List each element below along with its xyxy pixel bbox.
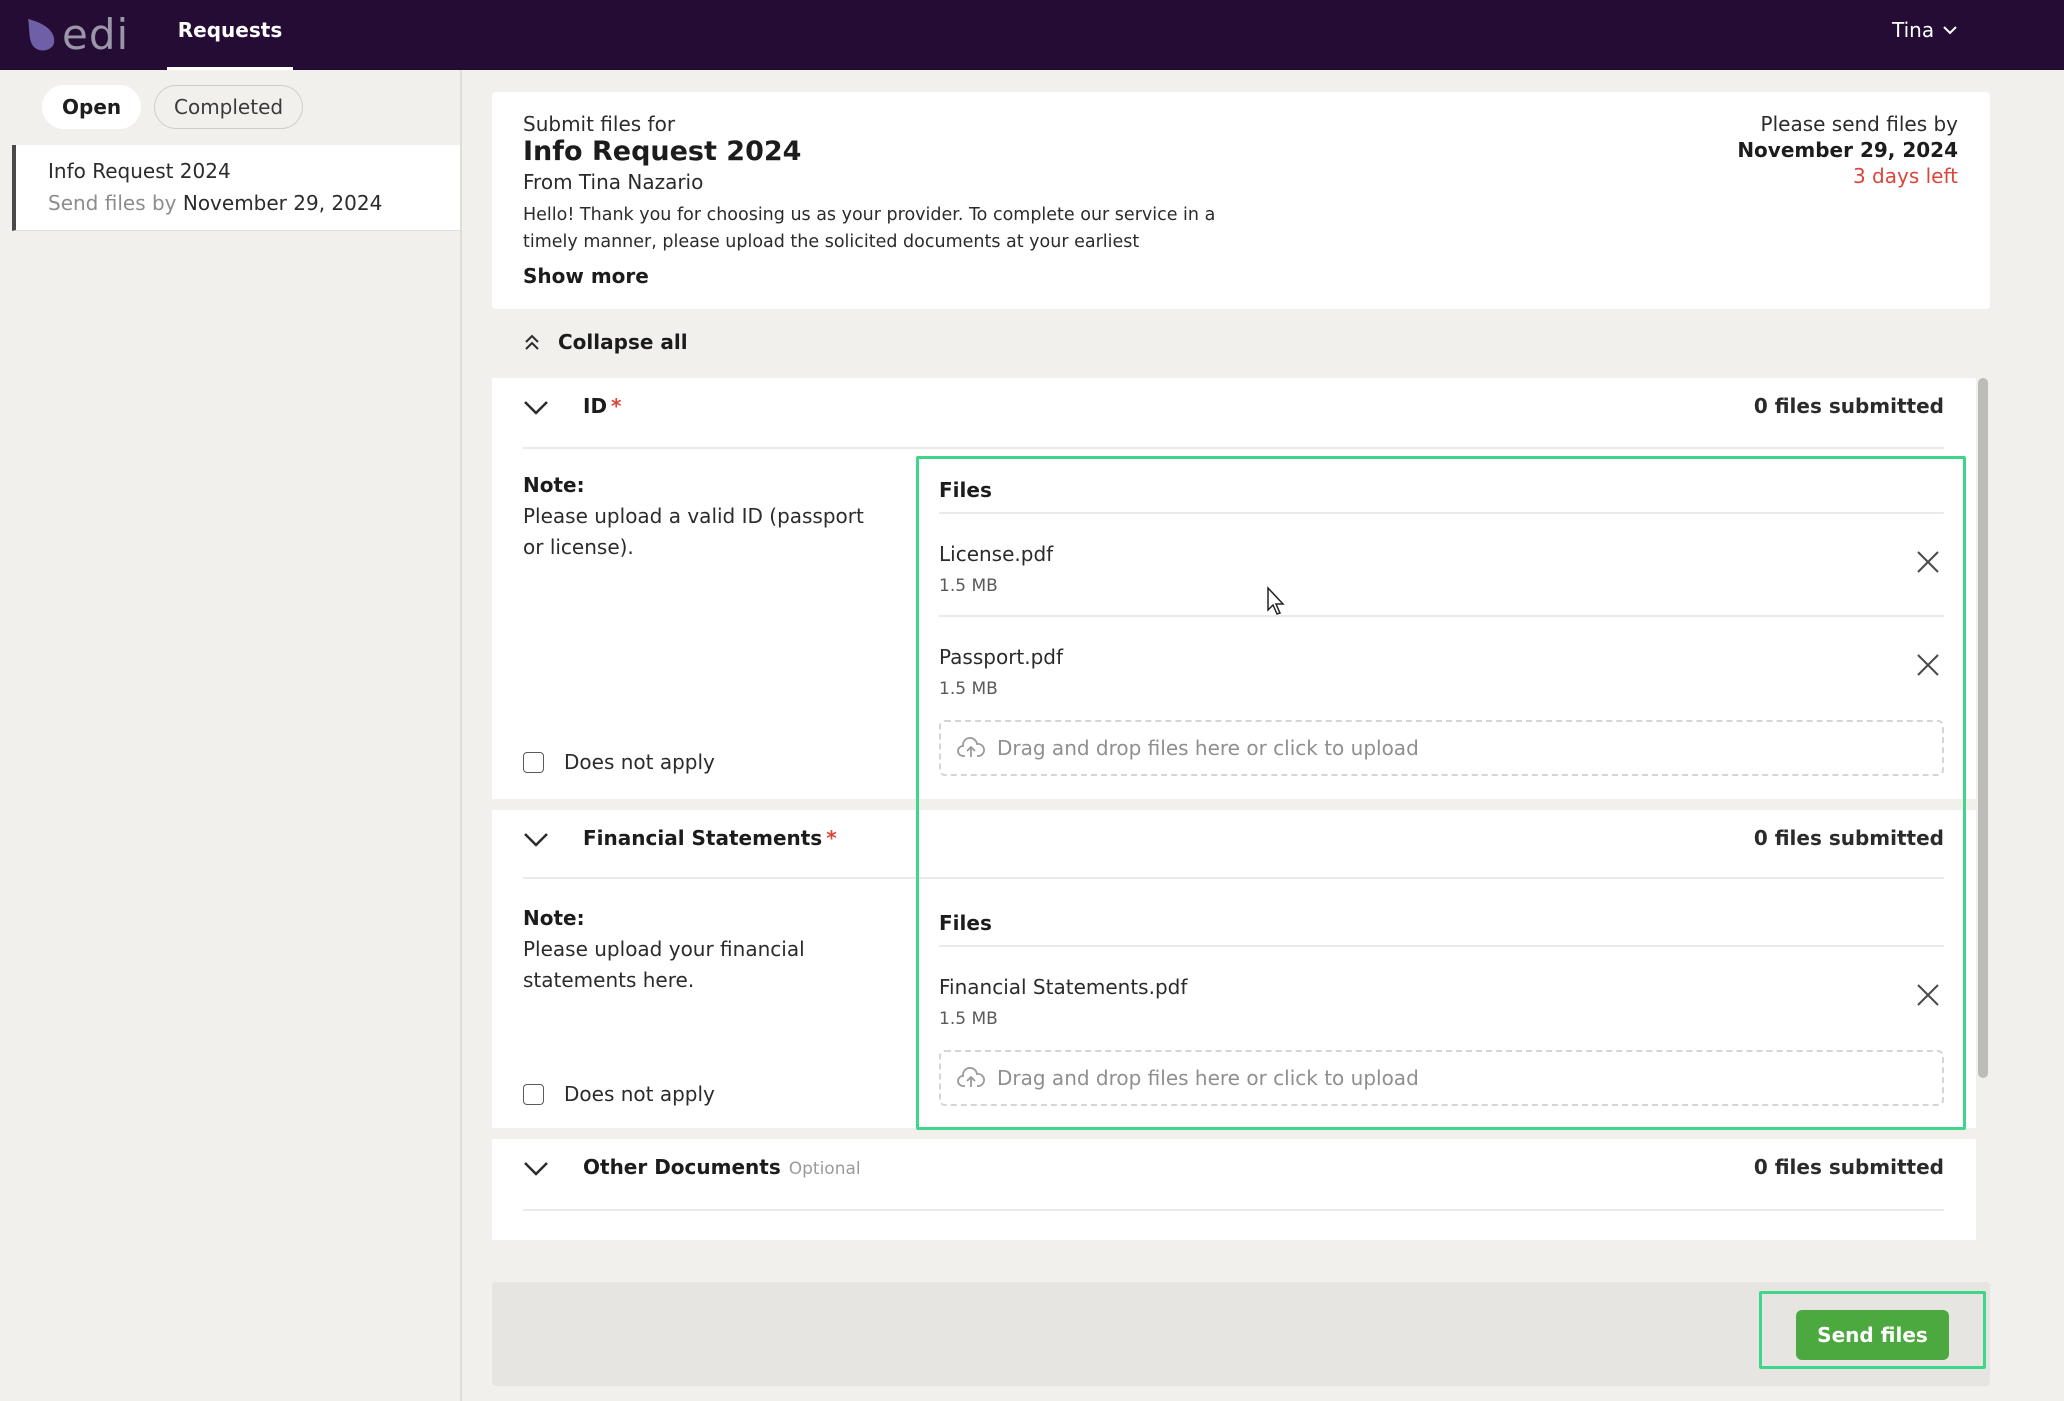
does-not-apply-label: Does not apply xyxy=(564,750,715,774)
chevron-down-icon xyxy=(1943,26,1957,35)
send-files-button[interactable]: Send files xyxy=(1796,1310,1949,1360)
note-text: Please upload your financial statements … xyxy=(523,937,805,992)
request-item-title: Info Request 2024 xyxy=(48,159,231,183)
optional-label: Optional xyxy=(788,1159,861,1179)
close-icon[interactable] xyxy=(1916,983,1940,1007)
required-marker: * xyxy=(611,394,622,418)
collapse-all-label: Collapse all xyxy=(558,330,688,354)
note-label: Note: xyxy=(523,473,585,497)
upload-dropzone[interactable]: Drag and drop files here or click to upl… xyxy=(939,720,1944,776)
file-row: License.pdf 1.5 MB xyxy=(939,514,1944,617)
note-text: Please upload a valid ID (passport or li… xyxy=(523,504,864,559)
files-heading: Files xyxy=(939,897,1944,947)
does-not-apply-checkbox[interactable]: Does not apply xyxy=(523,1082,715,1106)
sections-scrollbar[interactable] xyxy=(1976,378,1990,1240)
tab-completed[interactable]: Completed xyxy=(154,85,304,129)
file-size: 1.5 MB xyxy=(939,1009,998,1029)
top-nav-bar: edi Requests Tina xyxy=(0,0,2064,70)
app-logo[interactable]: edi xyxy=(24,10,129,60)
chevron-down-icon[interactable] xyxy=(523,832,549,848)
document-sections: ID * 0 files submitted Note: Please uploa… xyxy=(492,378,1976,1240)
does-not-apply-label: Does not apply xyxy=(564,1082,715,1106)
cloud-upload-icon xyxy=(957,1067,985,1087)
files-submitted-count: 0 files submitted xyxy=(1753,826,1944,850)
section-title-text: ID xyxy=(583,394,608,418)
upload-dropzone[interactable]: Drag and drop files here or click to upl… xyxy=(939,1050,1944,1106)
section-other-documents: Other Documents Optional 0 files submitte… xyxy=(492,1139,1976,1240)
checkbox-box[interactable] xyxy=(523,1083,544,1105)
request-list-item[interactable]: Info Request 2024 Send files by November… xyxy=(12,145,460,231)
scrollbar-thumb[interactable] xyxy=(1978,378,1988,1078)
cloud-upload-icon xyxy=(957,737,985,757)
file-name: Financial Statements.pdf xyxy=(939,975,1188,999)
files-panel: Files Financial Statements.pdf 1.5 MB Dr… xyxy=(939,897,1944,1106)
request-message: Hello! Thank you for choosing us as your… xyxy=(523,205,1216,252)
section-title-text: Financial Statements xyxy=(583,826,823,850)
double-chevron-up-icon xyxy=(525,334,539,350)
section-header[interactable]: Other Documents Optional 0 files submitte… xyxy=(523,1139,1944,1211)
section-header[interactable]: Financial Statements * 0 files submitted xyxy=(523,810,1944,879)
submit-for-label: Submit files for xyxy=(523,112,676,136)
request-item-due: Send files by November 29, 2024 xyxy=(48,191,460,215)
chevron-down-icon[interactable] xyxy=(523,400,549,416)
close-icon[interactable] xyxy=(1916,550,1940,574)
file-name: License.pdf xyxy=(939,542,1054,566)
sidebar: Open Completed Info Request 2024 Send fi… xyxy=(12,70,462,1401)
request-sender: From Tina Nazario xyxy=(523,170,704,194)
show-more-link[interactable]: Show more xyxy=(523,264,649,288)
checkbox-box[interactable] xyxy=(523,751,544,773)
files-submitted-count: 0 files submitted xyxy=(1753,1155,1944,1179)
collapse-all-button[interactable]: Collapse all xyxy=(522,330,688,354)
file-row: Passport.pdf 1.5 MB xyxy=(939,617,1944,720)
logo-text: edi xyxy=(62,10,130,59)
section-title: ID * xyxy=(583,394,622,418)
footer-action-bar xyxy=(492,1282,1990,1386)
dropzone-label: Drag and drop files here or click to upl… xyxy=(997,736,1419,760)
does-not-apply-checkbox[interactable]: Does not apply xyxy=(523,750,715,774)
request-item-due-date: November 29, 2024 xyxy=(182,191,383,215)
file-row: Financial Statements.pdf 1.5 MB xyxy=(939,947,1944,1050)
section-title: Financial Statements * xyxy=(583,826,837,850)
files-submitted-count: 0 files submitted xyxy=(1753,394,1944,418)
section-title-text: Other Documents xyxy=(583,1155,781,1179)
logo-drop-icon xyxy=(28,19,55,51)
required-marker: * xyxy=(826,826,837,850)
request-header-card: Submit files for Info Request 2024 From … xyxy=(492,92,1990,309)
close-icon[interactable] xyxy=(1916,653,1940,677)
mouse-cursor-icon xyxy=(1267,586,1285,615)
request-item-due-prefix: Send files by xyxy=(48,191,177,215)
section-financial-statements: Financial Statements * 0 files submitted … xyxy=(492,810,1976,1128)
section-id: ID * 0 files submitted Note: Please uploa… xyxy=(492,378,1976,799)
deadline-date: November 29, 2024 xyxy=(1737,138,1958,162)
user-menu[interactable]: Tina xyxy=(1892,18,1958,42)
request-title: Info Request 2024 xyxy=(523,136,802,167)
file-name: Passport.pdf xyxy=(939,645,1064,669)
section-title: Other Documents Optional xyxy=(583,1155,861,1179)
deadline-block: Please send files by November 29, 2024 3… xyxy=(1737,112,1958,188)
file-size: 1.5 MB xyxy=(939,576,998,596)
deadline-label: Please send files by xyxy=(1760,112,1958,136)
files-panel: Files License.pdf 1.5 MB Passport.pdf 1.… xyxy=(939,464,1944,776)
section-header[interactable]: ID * 0 files submitted xyxy=(523,378,1944,449)
files-heading: Files xyxy=(939,464,1944,514)
nav-tab-requests[interactable]: Requests xyxy=(167,0,293,70)
dropzone-label: Drag and drop files here or click to upl… xyxy=(997,1066,1419,1090)
days-left-badge: 3 days left xyxy=(1852,164,1958,188)
user-name: Tina xyxy=(1892,18,1935,42)
file-size: 1.5 MB xyxy=(939,679,998,699)
note-label: Note: xyxy=(523,906,585,930)
tab-open[interactable]: Open xyxy=(42,85,142,129)
chevron-down-icon[interactable] xyxy=(523,1161,549,1177)
